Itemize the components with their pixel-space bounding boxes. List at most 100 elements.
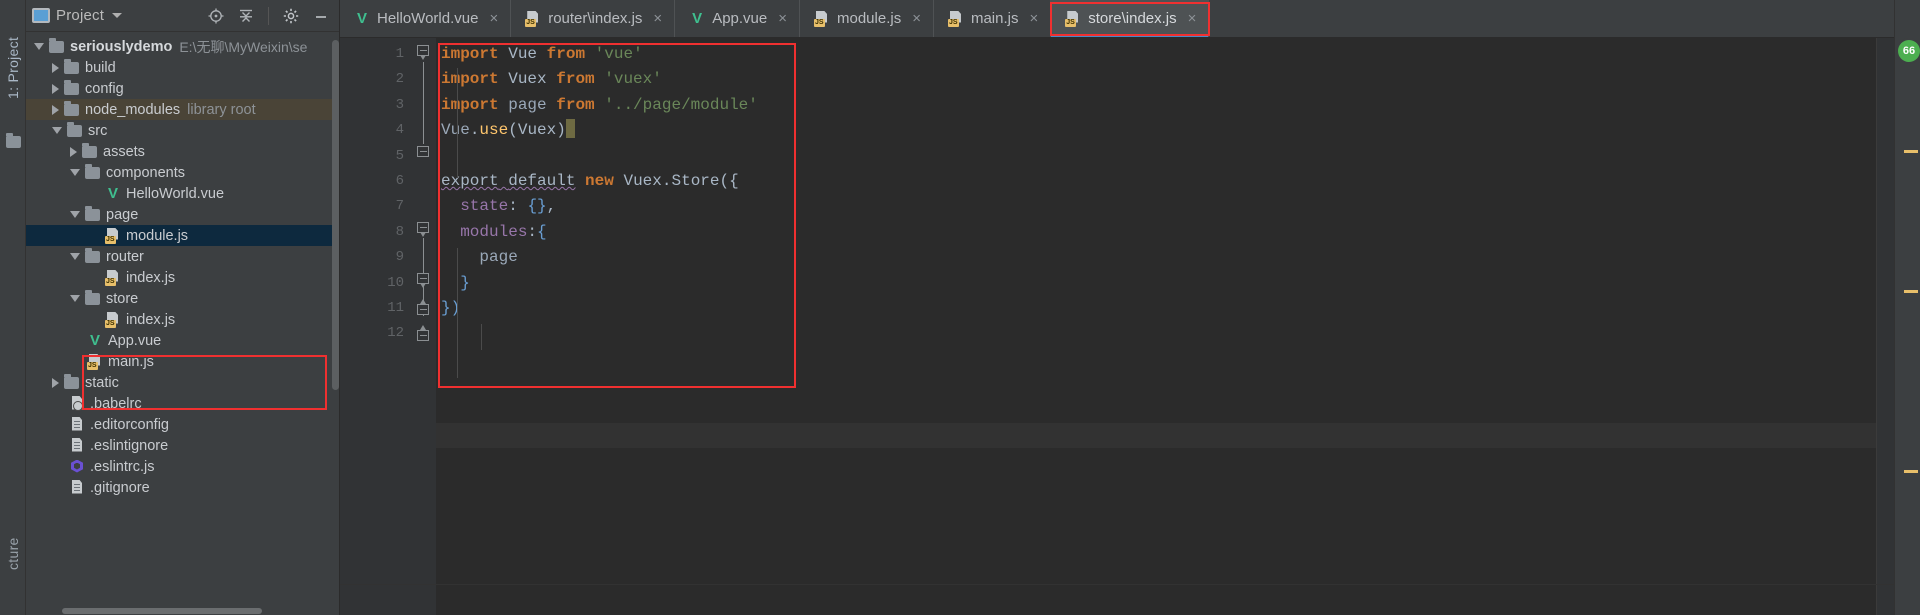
- tree-node-label: HelloWorld.vue: [126, 185, 225, 202]
- fold-marker-line-11[interactable]: [417, 325, 430, 343]
- fold-marker-line-6[interactable]: [417, 222, 430, 237]
- tree-node-label: page: [106, 206, 139, 223]
- warning-marker[interactable]: [1904, 470, 1918, 473]
- tree-expand-arrow-icon[interactable]: [70, 169, 80, 176]
- fold-marker-line-10[interactable]: [417, 299, 430, 317]
- js-file-icon: [814, 11, 830, 27]
- tree-expand-arrow-icon[interactable]: [52, 127, 62, 134]
- tree-node-router[interactable]: router: [26, 246, 339, 267]
- toolbar-divider: [268, 6, 269, 25]
- project-tree[interactable]: seriouslydemo E:\无聊\MyWeixin\se build confi…: [26, 32, 339, 615]
- doc-file-icon: [69, 417, 85, 433]
- tool-window-button-structure[interactable]: cture: [0, 499, 26, 609]
- tree-node-node-modules[interactable]: node_modules library root: [26, 99, 339, 120]
- tree-node-config[interactable]: config: [26, 78, 339, 99]
- tree-node-label: node_modules: [85, 101, 181, 118]
- tree-node-helloworld.vue[interactable]: V HelloWorld.vue: [26, 183, 339, 204]
- editor-tab-label: router\index.js: [548, 10, 643, 27]
- project-tree-horizontal-scrollbar[interactable]: [62, 608, 262, 614]
- tree-node-assets[interactable]: assets: [26, 141, 339, 162]
- tree-node-src[interactable]: src: [26, 120, 339, 141]
- warning-marker[interactable]: [1904, 290, 1918, 293]
- code-line: }: [460, 273, 470, 292]
- doc-file-icon: [69, 438, 85, 454]
- editor-area: V HelloWorld.vue × router\index.js × V App.vue…: [340, 0, 1894, 615]
- tree-expand-arrow-icon[interactable]: [52, 104, 59, 115]
- fold-marker-line-1[interactable]: [417, 45, 430, 60]
- code-line: page: [479, 248, 518, 267]
- project-panel-header: Project: [26, 0, 339, 32]
- code-line: modules:{: [460, 222, 547, 241]
- tree-expand-arrow-icon[interactable]: [52, 377, 59, 388]
- close-icon[interactable]: ×: [1188, 10, 1197, 27]
- editor-tab-label: module.js: [837, 10, 902, 27]
- fold-marker-line-3[interactable]: [417, 146, 430, 159]
- project-tool-window: Project seriouslydemo E:\无聊\MyWeixin\se …: [26, 0, 340, 615]
- line-number: 5: [395, 147, 404, 164]
- editor-tab-router-index.js[interactable]: router\index.js ×: [511, 0, 676, 37]
- fold-marker-line-8[interactable]: [417, 273, 430, 288]
- minimize-icon[interactable]: [309, 4, 333, 28]
- code-editor[interactable]: import Vue from 'vue' import Vuex from '…: [436, 38, 1876, 615]
- tree-expand-arrow-icon[interactable]: [34, 43, 44, 50]
- tree-node-main.js[interactable]: main.js: [26, 351, 339, 372]
- tree-node-static[interactable]: static: [26, 372, 339, 393]
- close-icon[interactable]: ×: [778, 10, 787, 27]
- tree-node-label: build: [85, 59, 116, 76]
- gear-icon[interactable]: [279, 4, 303, 28]
- editor-tab-store-index.js[interactable]: store\index.js ×: [1051, 0, 1210, 37]
- editor-tab-module.js[interactable]: module.js ×: [800, 0, 934, 37]
- tree-expand-arrow-icon[interactable]: [52, 83, 59, 94]
- tree-node-secondary-text: E:\无聊\MyWeixin\se: [179, 38, 308, 55]
- folder-icon: [64, 58, 79, 74]
- folder-icon: [64, 100, 79, 116]
- folder-icon: [6, 133, 21, 148]
- close-icon[interactable]: ×: [489, 10, 498, 27]
- close-icon[interactable]: ×: [653, 10, 662, 27]
- locate-icon[interactable]: [204, 4, 228, 28]
- text-caret: [565, 119, 575, 139]
- tree-node-seriouslydemo[interactable]: seriouslydemo E:\无聊\MyWeixin\se: [26, 36, 339, 57]
- tree-node-.eslintrc.js[interactable]: .eslintrc.js: [26, 456, 339, 477]
- tree-expand-arrow-icon[interactable]: [52, 62, 59, 73]
- collapse-all-icon[interactable]: [234, 4, 258, 28]
- tree-node-.editorconfig[interactable]: .editorconfig: [26, 414, 339, 435]
- line-number: 10: [387, 274, 404, 291]
- tree-node-label: main.js: [108, 353, 154, 370]
- line-number: 1: [395, 46, 404, 62]
- tree-expand-arrow-icon[interactable]: [70, 211, 80, 218]
- tree-expand-arrow-icon[interactable]: [70, 253, 80, 260]
- eslint-file-icon: [69, 459, 85, 475]
- project-tree-vertical-scrollbar[interactable]: [332, 40, 339, 390]
- warning-marker[interactable]: [1904, 150, 1918, 153]
- tool-window-button-project[interactable]: 1: Project: [0, 8, 26, 128]
- tree-node-page[interactable]: page: [26, 204, 339, 225]
- editor-tab-helloworld.vue[interactable]: V HelloWorld.vue ×: [340, 0, 512, 37]
- tree-node-module.js[interactable]: module.js: [26, 225, 339, 246]
- code-folding-gutter[interactable]: [412, 38, 436, 615]
- tree-node-app.vue[interactable]: V App.vue: [26, 330, 339, 351]
- tree-node-components[interactable]: components: [26, 162, 339, 183]
- tree-node-label: .editorconfig: [90, 416, 169, 433]
- tree-expand-arrow-icon[interactable]: [70, 146, 77, 157]
- tree-node-index.js[interactable]: index.js: [26, 309, 339, 330]
- close-icon[interactable]: ×: [1029, 10, 1038, 27]
- tree-node-store[interactable]: store: [26, 288, 339, 309]
- close-icon[interactable]: ×: [912, 10, 921, 27]
- tree-node-.gitignore[interactable]: .gitignore: [26, 477, 339, 498]
- editor-tab-app.vue[interactable]: V App.vue ×: [675, 0, 800, 37]
- editor-tab-main.js[interactable]: main.js ×: [933, 0, 1052, 37]
- tree-node-index.js[interactable]: index.js: [26, 267, 339, 288]
- tree-node-build[interactable]: build: [26, 57, 339, 78]
- tree-expand-arrow-icon[interactable]: [70, 295, 80, 302]
- inspection-status-badge[interactable]: 66: [1898, 40, 1920, 62]
- tree-node-.babelrc[interactable]: .babelrc: [26, 393, 339, 414]
- editor-tab-bar[interactable]: V HelloWorld.vue × router\index.js × V App.vue…: [340, 0, 1894, 38]
- tree-node-.eslintignore[interactable]: .eslintignore: [26, 435, 339, 456]
- chevron-down-icon[interactable]: [112, 13, 123, 18]
- tree-node-label: index.js: [126, 311, 176, 328]
- tree-node-label: App.vue: [108, 332, 162, 349]
- vue-file-icon: V: [692, 9, 703, 27]
- js-file-icon: [105, 270, 121, 286]
